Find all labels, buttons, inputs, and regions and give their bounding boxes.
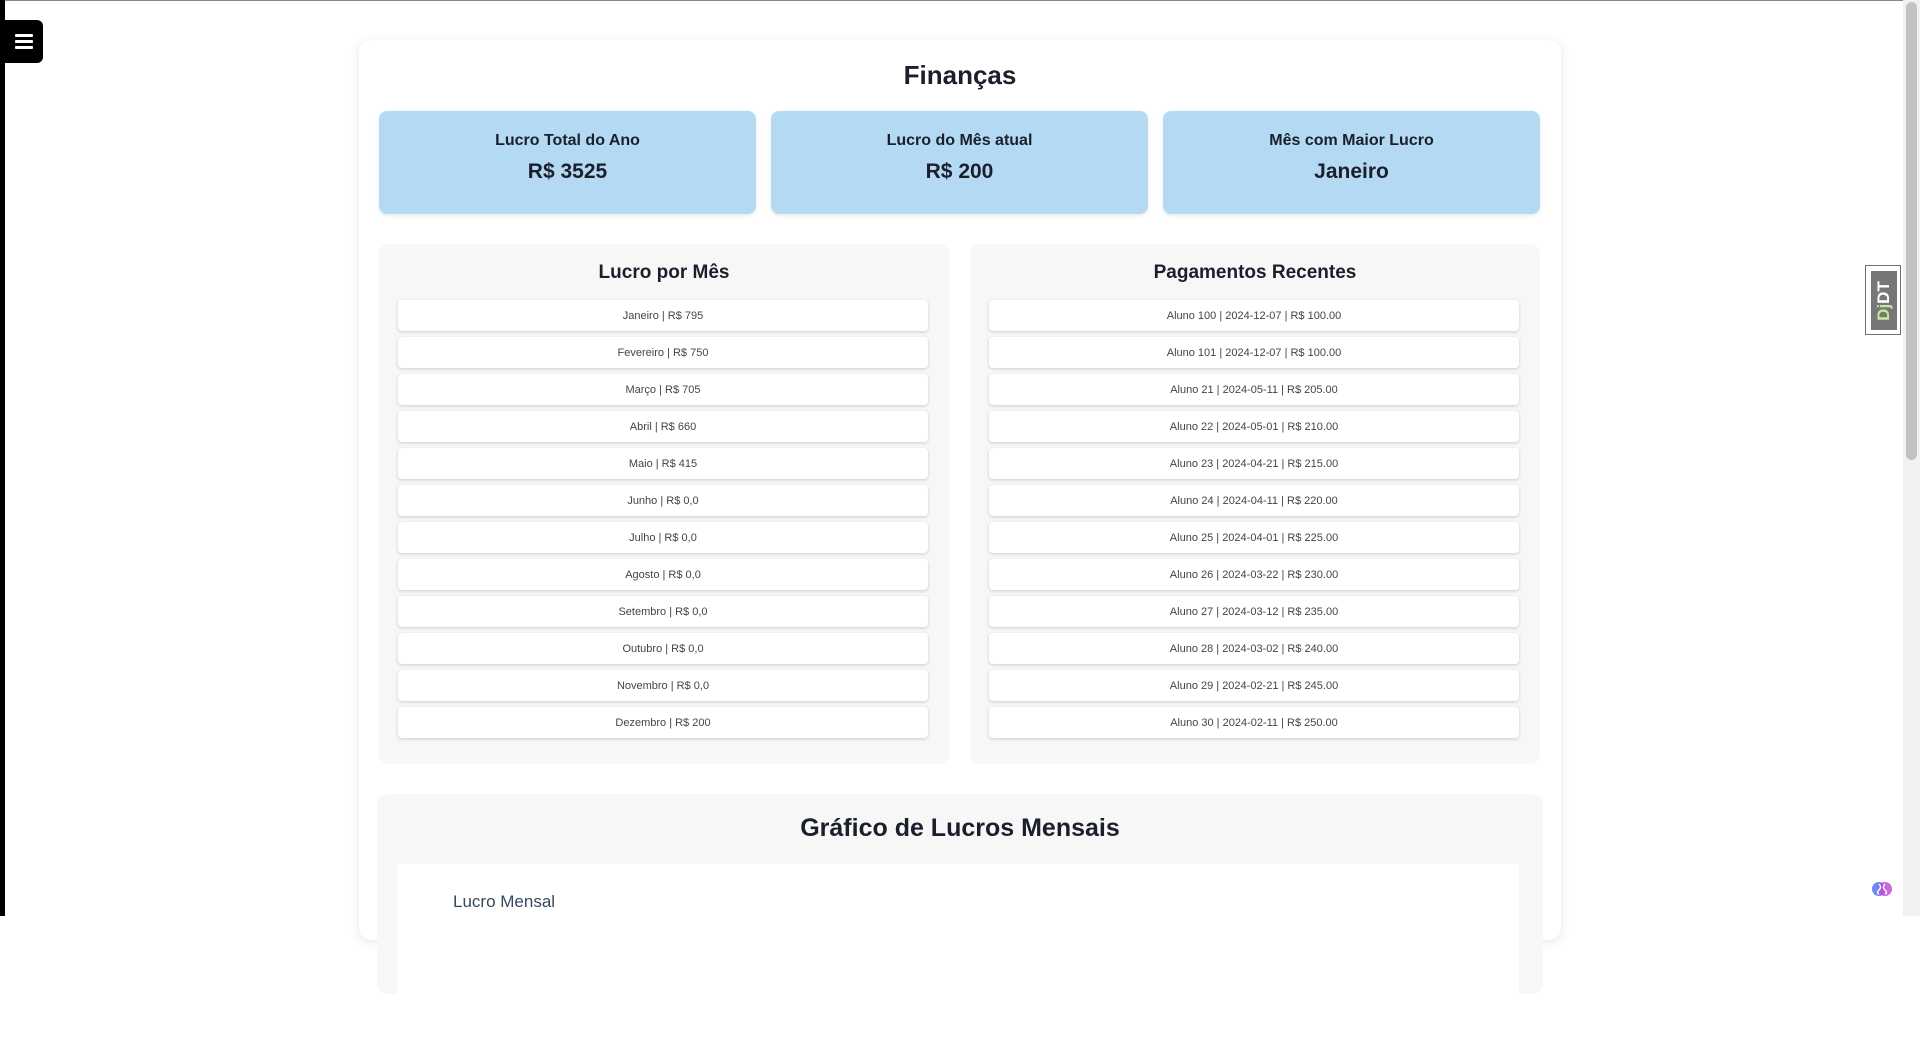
recent-payments-panel: Pagamentos Recentes Aluno 100 | 2024-12-… <box>970 244 1540 764</box>
django-debug-toolbar-handle[interactable]: DjDT <box>1865 265 1901 335</box>
stat-card-total-year: Lucro Total do Ano R$ 3525 <box>379 111 756 214</box>
stat-value: R$ 3525 <box>527 160 608 183</box>
chart-title: Gráfico de Lucros Mensais <box>800 814 1120 842</box>
monthly-profit-chart-section: Gráfico de Lucros Mensais Lucro Mensal <box>377 794 1543 1064</box>
list-item[interactable]: Aluno 100 | 2024-12-07 | R$ 100.00 <box>989 300 1519 331</box>
scrollbar-thumb[interactable] <box>1906 2 1917 460</box>
list-item[interactable]: Abril | R$ 660 <box>398 411 928 442</box>
list-item[interactable]: Aluno 23 | 2024-04-21 | R$ 215.00 <box>989 448 1519 479</box>
list-item[interactable]: Setembro | R$ 0,0 <box>398 596 928 627</box>
djdt-logo-icon: DjDT <box>1871 271 1897 330</box>
list-item[interactable]: Aluno 28 | 2024-03-02 | R$ 240.00 <box>989 633 1519 664</box>
list-item[interactable]: Maio | R$ 415 <box>398 448 928 479</box>
stat-label: Mês com Maior Lucro <box>1269 132 1434 149</box>
chart-canvas[interactable]: Lucro Mensal <box>397 864 1519 1064</box>
list-item[interactable]: Aluno 22 | 2024-05-01 | R$ 210.00 <box>989 411 1519 442</box>
recent-payments-list: Aluno 100 | 2024-12-07 | R$ 100.00 Aluno… <box>989 300 1519 744</box>
list-item[interactable]: Março | R$ 705 <box>398 374 928 405</box>
panel-title: Pagamentos Recentes <box>1153 262 1357 283</box>
hamburger-menu-icon <box>14 34 33 49</box>
list-item[interactable]: Janeiro | R$ 795 <box>398 300 928 331</box>
chart-legend: Lucro Mensal <box>453 892 556 911</box>
stat-card-current-month: Lucro do Mês atual R$ 200 <box>771 111 1148 214</box>
panel-title: Lucro por Mês <box>598 262 730 283</box>
list-item[interactable]: Aluno 101 | 2024-12-07 | R$ 100.00 <box>989 337 1519 368</box>
monthly-profit-list: Janeiro | R$ 795 Fevereiro | R$ 750 Març… <box>398 300 928 744</box>
stat-value: R$ 200 <box>925 160 994 183</box>
stat-card-best-month: Mês com Maior Lucro Janeiro <box>1163 111 1540 214</box>
stat-value: Janeiro <box>1314 160 1389 183</box>
monthly-profit-panel: Lucro por Mês Janeiro | R$ 795 Fevereiro… <box>379 244 949 764</box>
menu-toggle-button[interactable] <box>4 20 43 63</box>
vertical-scrollbar[interactable] <box>1903 0 1920 916</box>
list-item[interactable]: Aluno 21 | 2024-05-11 | R$ 205.00 <box>989 374 1519 405</box>
left-edge-bar <box>0 0 5 916</box>
djdt-label-dt: DT <box>1874 280 1894 304</box>
top-border <box>0 0 1920 1</box>
list-item[interactable]: Junho | R$ 0,0 <box>398 485 928 516</box>
list-item[interactable]: Outubro | R$ 0,0 <box>398 633 928 664</box>
list-item[interactable]: Dezembro | R$ 200 <box>398 707 928 738</box>
djdt-label-dj: Dj <box>1874 303 1894 321</box>
list-item[interactable]: Julho | R$ 0,0 <box>398 522 928 553</box>
list-item[interactable]: Aluno 24 | 2024-04-11 | R$ 220.00 <box>989 485 1519 516</box>
page-title: Finanças <box>903 60 1017 90</box>
brain-icon[interactable] <box>1870 877 1894 901</box>
list-item[interactable]: Aluno 25 | 2024-04-01 | R$ 225.00 <box>989 522 1519 553</box>
stat-label: Lucro Total do Ano <box>495 132 640 149</box>
stat-label: Lucro do Mês atual <box>886 132 1033 149</box>
list-item[interactable]: Aluno 27 | 2024-03-12 | R$ 235.00 <box>989 596 1519 627</box>
list-item[interactable]: Novembro | R$ 0,0 <box>398 670 928 701</box>
finance-container: Finanças Lucro Total do Ano R$ 3525 Lucr… <box>359 40 1561 1064</box>
list-item[interactable]: Aluno 29 | 2024-02-21 | R$ 245.00 <box>989 670 1519 701</box>
list-item[interactable]: Aluno 26 | 2024-03-22 | R$ 230.00 <box>989 559 1519 590</box>
list-item[interactable]: Aluno 30 | 2024-02-11 | R$ 250.00 <box>989 707 1519 738</box>
list-item[interactable]: Agosto | R$ 0,0 <box>398 559 928 590</box>
list-item[interactable]: Fevereiro | R$ 750 <box>398 337 928 368</box>
